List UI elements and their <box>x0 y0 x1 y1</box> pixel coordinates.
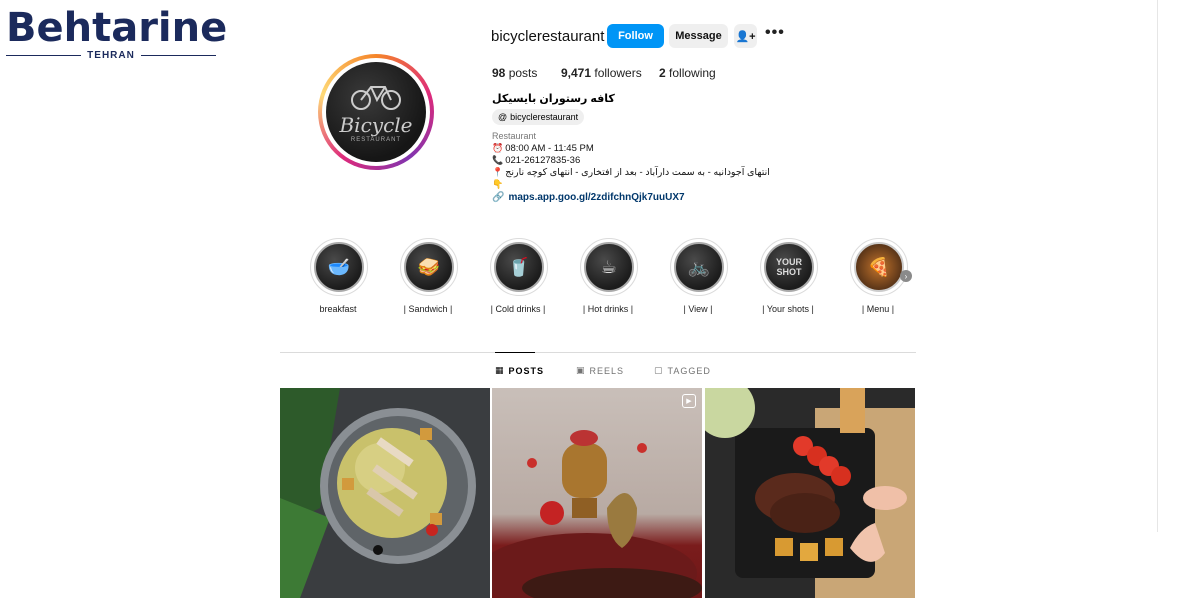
profile-username: bicyclerestaurant <box>491 28 605 45</box>
brand-sub-text: TEHRAN <box>87 50 135 61</box>
highlight-label: | Cold drinks | <box>490 304 546 314</box>
brand-subtitle: TEHRAN <box>6 50 217 61</box>
followers-count-value: 9,471 <box>561 66 592 80</box>
highlight-sandwich[interactable]: 🥪 | Sandwich | <box>400 238 458 314</box>
highlight-ring: ☕ <box>580 238 638 296</box>
coffee-cup-icon: ☕ <box>584 242 634 292</box>
tab-tagged[interactable]: ▢ TAGGED <box>654 365 711 376</box>
followers-count-label: followers <box>594 66 642 80</box>
tabs-divider <box>280 352 916 353</box>
telephone-icon: 📞 <box>492 155 504 165</box>
reels-icon: ▣ <box>576 365 586 375</box>
highlight-label: | View | <box>683 304 713 314</box>
bowl-icon: 🥣 <box>314 242 364 292</box>
bio-hours: ⏰ 08:00 AM - 11:45 PM <box>492 143 594 154</box>
tab-tagged-label: TAGGED <box>667 365 711 376</box>
your-shot-icon: YOUR SHOT <box>764 242 814 292</box>
bio-link[interactable]: 🔗 maps.app.goo.gl/2zdifchnQjk7uuUX7 <box>492 192 685 203</box>
tagged-icon: ▢ <box>654 365 664 375</box>
suggest-user-button[interactable]: 👤+ <box>734 24 757 48</box>
highlight-ring: 🥤 <box>490 238 548 296</box>
post-thumbnail[interactable]: ▶ <box>492 388 702 598</box>
profile-category: Restaurant <box>492 131 537 141</box>
highlight-label: | Sandwich | <box>403 304 453 314</box>
bicycle-icon: 🚲 <box>674 242 724 292</box>
avatar-logo-subtext: RESTAURANT <box>350 137 402 143</box>
posts-count: 98 posts <box>492 66 537 80</box>
bio-address: 📍 انتهای آجودانیه - به سمت دارآباد - بعد … <box>492 167 770 178</box>
grid-icon: ▦ <box>495 365 505 375</box>
highlight-ring: YOUR SHOT <box>760 238 818 296</box>
avatar[interactable]: Bicycle RESTAURANT <box>326 62 426 162</box>
steak-photo <box>705 388 915 598</box>
highlight-label: | Your shots | <box>762 304 814 314</box>
profile-display-name: کافه رستوران بایسیکل <box>492 93 615 105</box>
tab-reels[interactable]: ▣ REELS <box>576 365 624 376</box>
pointing-hand-icon: 👇 <box>492 179 504 189</box>
bio-pointing-hand: 👇 <box>492 179 503 190</box>
samovar-photo <box>492 430 702 598</box>
chevron-right-icon[interactable]: › <box>900 270 912 282</box>
following-count-value: 2 <box>659 66 666 80</box>
bio-address-text: انتهای آجودانیه - به سمت دارآباد - بعد ا… <box>505 167 770 178</box>
sandwich-icon: 🥪 <box>404 242 454 292</box>
post-thumbnail[interactable] <box>280 388 490 598</box>
alarm-clock-icon: ⏰ <box>492 143 504 153</box>
post-thumbnail[interactable] <box>705 388 915 598</box>
highlight-ring: 🥣 <box>310 238 368 296</box>
reel-icon: ▶ <box>682 394 696 408</box>
bio-phone-text: 021-26127835-36 <box>505 155 581 166</box>
highlight-view[interactable]: 🚲 | View | <box>670 238 728 314</box>
tab-posts-label: POSTS <box>508 365 545 376</box>
salad-photo <box>280 388 476 598</box>
highlight-ring: 🥪 <box>400 238 458 296</box>
link-icon: 🔗 <box>492 192 505 203</box>
highlight-label: | Hot drinks | <box>582 304 634 314</box>
highlight-label: breakfast <box>319 304 357 314</box>
highlight-hot-drinks[interactable]: ☕ | Hot drinks | <box>580 238 638 314</box>
tab-posts[interactable]: ▦ POSTS <box>495 365 544 376</box>
bio-link-text: maps.app.goo.gl/2zdifchnQjk7uuUX7 <box>508 192 685 203</box>
follow-button[interactable]: Follow <box>607 24 664 48</box>
tab-reels-label: REELS <box>589 365 625 376</box>
posts-count-label: posts <box>508 66 538 80</box>
highlight-label: | Menu | <box>861 304 895 314</box>
right-divider <box>1157 0 1158 532</box>
avatar-logo-text: Bicycle <box>339 113 413 137</box>
threads-icon: @ <box>498 112 508 122</box>
highlight-ring: 🍕 <box>850 238 908 296</box>
menu-food-icon: 🍕 <box>854 242 904 292</box>
highlight-cold-drinks[interactable]: 🥤 | Cold drinks | <box>490 238 548 314</box>
add-user-icon: 👤+ <box>735 30 756 43</box>
location-pin-icon: 📍 <box>492 167 504 177</box>
bio-phone: 📞 021-26127835-36 <box>492 155 580 166</box>
threads-handle: bicyclerestaurant <box>510 112 579 122</box>
brand-word: Behtarine <box>6 5 228 51</box>
active-tab-indicator <box>495 352 535 353</box>
bicycle-icon <box>351 86 401 110</box>
following-count-label: following <box>669 66 716 80</box>
cold-drink-icon: 🥤 <box>494 242 544 292</box>
bio-hours-text: 08:00 AM - 11:45 PM <box>505 143 594 154</box>
brand-watermark-logo: Behtarine TEHRAN <box>6 5 228 61</box>
highlight-menu[interactable]: 🍕 | Menu | <box>850 238 908 314</box>
following-count[interactable]: 2 following <box>659 66 716 80</box>
highlight-ring: 🚲 <box>670 238 728 296</box>
highlight-breakfast[interactable]: 🥣 breakfast <box>310 238 368 314</box>
highlight-your-shots[interactable]: YOUR SHOT | Your shots | <box>760 238 818 314</box>
message-button[interactable]: Message <box>669 24 728 48</box>
posts-count-value: 98 <box>492 66 506 80</box>
threads-badge[interactable]: @ bicyclerestaurant <box>492 109 585 125</box>
followers-count[interactable]: 9,471 followers <box>561 66 642 80</box>
more-options-icon[interactable]: ••• <box>765 24 785 42</box>
